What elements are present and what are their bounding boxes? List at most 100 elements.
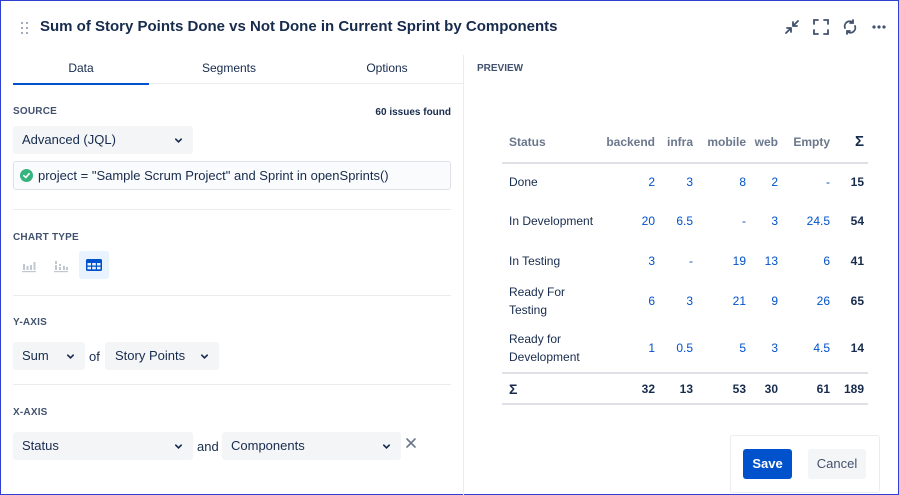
- section-divider: [13, 384, 451, 385]
- row-status-label: Done: [509, 174, 538, 189]
- preview-table: Status backend infra mobile web Empty Σ …: [502, 121, 868, 405]
- table-cell[interactable]: 3: [750, 199, 782, 243]
- row-total: 65: [850, 294, 864, 308]
- table-cell[interactable]: 3: [659, 279, 697, 323]
- table-cell[interactable]: 3: [601, 243, 659, 279]
- table-row: Ready for Development 1 0.5 5 3 4.5 14: [502, 323, 868, 373]
- table-cell[interactable]: 5: [697, 323, 750, 373]
- jql-query-field[interactable]: project = "Sample Scrum Project" and Spr…: [13, 161, 451, 190]
- table-cell[interactable]: -: [782, 163, 834, 199]
- row-status-label: Ready for Development: [509, 331, 580, 364]
- row-total: 54: [850, 214, 864, 228]
- tab-options[interactable]: Options: [325, 55, 449, 85]
- table-row: Ready For Testing 6 3 21 9 26 65: [502, 279, 868, 323]
- stacked-bar-icon[interactable]: [46, 251, 76, 279]
- table-cell[interactable]: 3: [750, 323, 782, 373]
- table-cell[interactable]: 6.5: [659, 199, 697, 243]
- table-header-row: Status backend infra mobile web Empty Σ: [502, 121, 868, 164]
- table-icon[interactable]: [79, 251, 109, 279]
- table-cell[interactable]: 21: [697, 279, 750, 323]
- totals-row: Σ 32 13 53 30 61 189: [502, 372, 868, 405]
- config-tabs: Data Segments Options: [13, 55, 463, 85]
- table-cell[interactable]: -: [659, 243, 697, 279]
- y-axis-field-select[interactable]: Story Points: [105, 342, 219, 370]
- totals-label: Σ: [502, 372, 601, 405]
- chevron-down-icon: [382, 442, 391, 451]
- chevron-down-icon: [174, 442, 183, 451]
- table-cell[interactable]: 8: [697, 163, 750, 199]
- column-total: 61: [782, 372, 834, 405]
- table-row: Done 2 3 8 2 - 15: [502, 163, 868, 199]
- more-icon[interactable]: [869, 17, 889, 37]
- column-header-empty: Empty: [782, 121, 834, 164]
- jql-query-text: project = "Sample Scrum Project" and Spr…: [38, 168, 389, 183]
- of-text: of: [89, 349, 100, 364]
- tab-segments[interactable]: Segments: [167, 55, 291, 85]
- tabs-divider: [149, 83, 463, 84]
- y-axis-field-value: Story Points: [115, 348, 186, 363]
- x-axis-field2-value: Components: [231, 438, 305, 453]
- source-label: SOURCE: [13, 106, 57, 117]
- chart-type-label: CHART TYPE: [13, 232, 79, 243]
- valid-check-icon: [20, 169, 33, 182]
- source-mode-select[interactable]: Advanced (JQL): [13, 126, 193, 154]
- x-axis-field1-select[interactable]: Status: [13, 432, 193, 460]
- column-total: 30: [750, 372, 782, 405]
- drag-handle-icon[interactable]: [21, 22, 29, 34]
- preview-label: PREVIEW: [477, 63, 524, 74]
- table-cell[interactable]: 0.5: [659, 323, 697, 373]
- table-cell[interactable]: 9: [750, 279, 782, 323]
- table-cell[interactable]: -: [697, 199, 750, 243]
- source-mode-value: Advanced (JQL): [22, 132, 116, 147]
- row-total: 14: [850, 340, 864, 355]
- refresh-icon[interactable]: [840, 17, 860, 37]
- column-header-status: Status: [502, 121, 601, 164]
- panel-header: Sum of Story Points Done vs Not Done in …: [1, 1, 898, 55]
- remove-segment-close-icon[interactable]: [405, 437, 417, 449]
- table-cell[interactable]: 4.5: [782, 323, 834, 373]
- gadget-config-panel: Sum of Story Points Done vs Not Done in …: [0, 0, 899, 495]
- collapse-icon[interactable]: [782, 17, 802, 37]
- issues-found-count: 60 issues found: [375, 107, 451, 118]
- row-status-label: In Development: [509, 214, 594, 228]
- table-cell[interactable]: 6: [601, 279, 659, 323]
- panel-divider: [463, 55, 464, 495]
- column-header-sum: Σ: [834, 121, 868, 164]
- cancel-button[interactable]: Cancel: [808, 449, 866, 479]
- table-cell[interactable]: 2: [750, 163, 782, 199]
- column-total: 13: [659, 372, 697, 405]
- table-cell[interactable]: 20: [601, 199, 659, 243]
- y-axis-aggregate-select[interactable]: Sum: [13, 342, 85, 370]
- table-cell[interactable]: 6: [782, 243, 834, 279]
- column-total: 32: [601, 372, 659, 405]
- column-header-infra: infra: [659, 121, 697, 164]
- row-status-label: Ready For Testing: [509, 285, 566, 317]
- chevron-down-icon: [66, 352, 75, 361]
- table-cell[interactable]: 24.5: [782, 199, 834, 243]
- column-header-backend: backend: [601, 121, 659, 164]
- y-axis-label: Y-AXIS: [13, 317, 47, 328]
- expand-icon[interactable]: [811, 17, 831, 37]
- table-cell[interactable]: 26: [782, 279, 834, 323]
- table-cell[interactable]: 3: [659, 163, 697, 199]
- table-row: In Testing 3 - 19 13 6 41: [502, 243, 868, 279]
- chevron-down-icon: [200, 352, 209, 361]
- tab-data[interactable]: Data: [13, 55, 149, 85]
- row-total: 41: [850, 254, 864, 268]
- chevron-down-icon: [174, 136, 183, 145]
- column-total: 53: [697, 372, 750, 405]
- section-divider: [13, 209, 451, 210]
- x-axis-label: X-AXIS: [13, 407, 48, 418]
- x-axis-field2-select[interactable]: Components: [222, 432, 401, 460]
- table-cell[interactable]: 19: [697, 243, 750, 279]
- save-button[interactable]: Save: [743, 449, 792, 479]
- table-cell[interactable]: 2: [601, 163, 659, 199]
- and-text: and: [197, 439, 219, 454]
- grand-total: 189: [834, 372, 868, 405]
- bar-chart-icon[interactable]: [14, 251, 44, 279]
- x-axis-field1-value: Status: [22, 438, 59, 453]
- y-axis-aggregate-value: Sum: [22, 348, 49, 363]
- table-cell[interactable]: 1: [601, 323, 659, 373]
- table-cell[interactable]: 13: [750, 243, 782, 279]
- config-left-panel: Data Segments Options SOURCE 60 issues f…: [1, 55, 463, 495]
